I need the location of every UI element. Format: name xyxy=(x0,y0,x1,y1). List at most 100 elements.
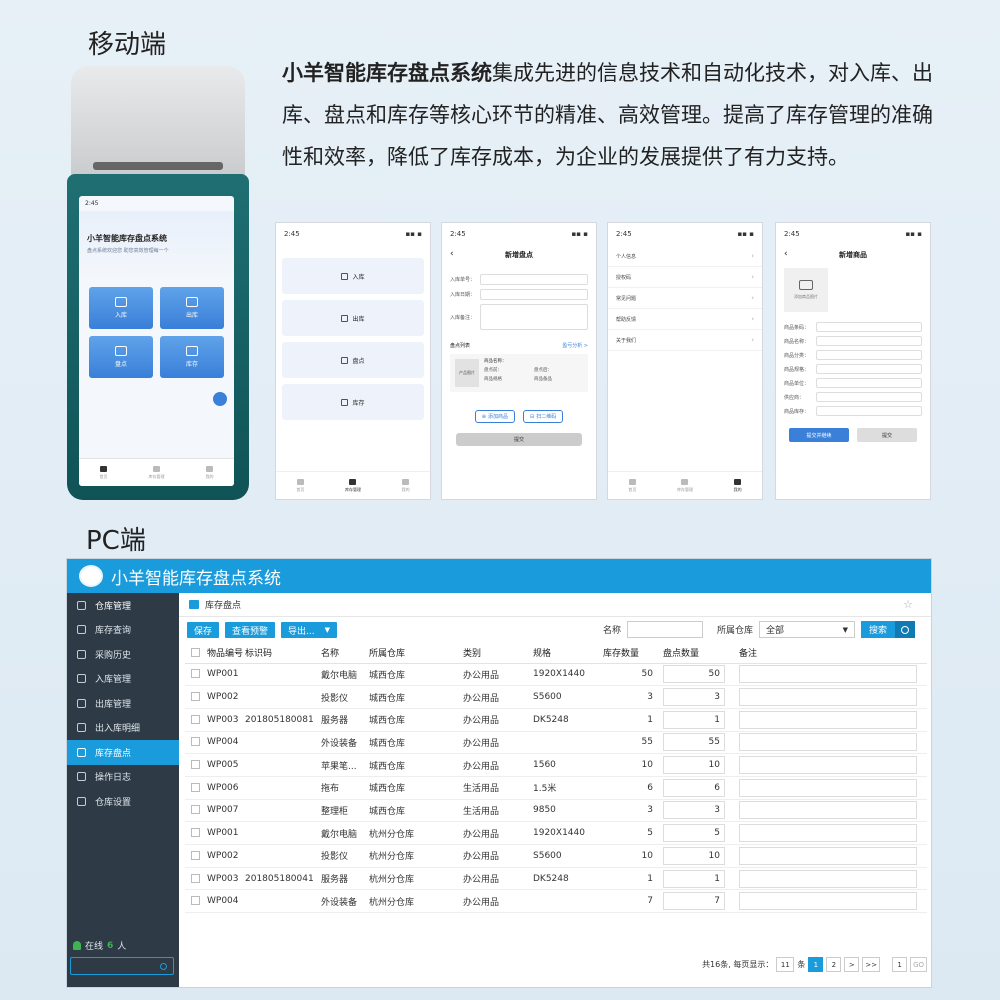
search-button[interactable]: 搜索 xyxy=(860,621,915,638)
nav-home[interactable]: 首页 xyxy=(628,478,636,493)
nav-stock[interactable]: 库存管理 xyxy=(345,478,361,493)
row-checkbox[interactable] xyxy=(191,737,200,747)
row-checkbox[interactable] xyxy=(191,669,200,679)
nav-home[interactable]: 首页 xyxy=(100,465,108,480)
row-checkbox[interactable] xyxy=(191,828,200,838)
go-button[interactable]: GO xyxy=(910,957,927,972)
submit-continue-button[interactable]: 提交并继续 xyxy=(789,428,849,442)
settings-item[interactable]: 个人信息 › xyxy=(608,246,762,267)
sidebar-item-purchase-history[interactable]: 采购历史 xyxy=(67,642,179,667)
submit-button[interactable]: 提交 xyxy=(456,433,582,446)
scan-qr-button[interactable]: ⊟ 扫二维码 xyxy=(523,410,564,423)
table-row[interactable]: WP002 投影仪 城西仓库 办公用品 S5600 3 3 xyxy=(185,685,927,709)
row-checkbox[interactable] xyxy=(191,850,200,860)
back-icon[interactable]: ‹ xyxy=(450,249,454,259)
list-item[interactable]: 产品图片 商品名称： 盘点前： 盘点后： 商品规格 商品备品 xyxy=(450,354,588,392)
note-input[interactable] xyxy=(739,869,917,888)
last-page-button[interactable]: >> xyxy=(862,957,881,972)
table-row[interactable]: WP003 201805180081 服务器 城西仓库 办公用品 DK5248 1 1 xyxy=(185,708,927,732)
count-input[interactable]: 1 xyxy=(663,869,725,888)
table-row[interactable]: WP004 外设装备 城西仓库 办公用品 55 55 xyxy=(185,731,927,755)
name-input[interactable] xyxy=(626,621,703,638)
order-no-field[interactable] xyxy=(480,274,588,285)
tile-stock[interactable]: 库存 xyxy=(160,336,224,378)
count-input[interactable]: 3 xyxy=(663,688,725,707)
supplier-field[interactable] xyxy=(816,392,922,402)
tile-inbound[interactable]: 入库 xyxy=(89,287,153,329)
table-row[interactable]: WP003 201805180041 服务器 杭州分仓库 办公用品 DK5248 1 1 xyxy=(185,867,927,891)
add-photo-button[interactable]: 添加商品图片 xyxy=(784,268,828,312)
sidebar-item-inbound[interactable]: 入库管理 xyxy=(67,667,179,692)
row-checkbox[interactable] xyxy=(191,782,200,792)
page-1-button[interactable]: 1 xyxy=(808,957,824,972)
note-input[interactable] xyxy=(739,688,917,707)
note-input[interactable] xyxy=(739,892,917,911)
sidebar-item-stock-query[interactable]: 库存查询 xyxy=(67,618,179,643)
menu-count[interactable]: 盘点 xyxy=(282,342,424,378)
category-select[interactable] xyxy=(816,350,922,360)
table-row[interactable]: WP006 拖布 城西仓库 生活用品 1.5米 6 6 xyxy=(185,776,927,800)
barcode-field[interactable] xyxy=(816,322,922,332)
row-checkbox[interactable] xyxy=(191,805,200,815)
nav-me[interactable]: 我的 xyxy=(402,478,410,493)
page-2-button[interactable]: 2 xyxy=(826,957,842,972)
row-checkbox[interactable] xyxy=(191,873,200,883)
stock-field[interactable] xyxy=(816,406,922,416)
nav-stock[interactable]: 库存管理 xyxy=(677,478,693,493)
sidebar-item-log[interactable]: 操作日志 xyxy=(67,765,179,790)
jump-page-input[interactable]: 1 xyxy=(892,957,908,972)
sidebar-item-inventory-count[interactable]: 库存盘点 xyxy=(67,740,179,765)
analysis-link[interactable]: 盈亏分析 > xyxy=(562,342,588,349)
note-input[interactable] xyxy=(739,733,917,752)
count-input[interactable]: 10 xyxy=(663,756,725,775)
sidebar-item-io-detail[interactable]: 出入库明细 xyxy=(67,716,179,741)
note-input[interactable] xyxy=(739,665,917,684)
menu-inbound[interactable]: 入库 xyxy=(282,258,424,294)
settings-item[interactable]: 授权码 › xyxy=(608,267,762,288)
sidebar-item-warehouse[interactable]: 仓库管理 xyxy=(67,593,179,618)
count-input[interactable]: 1 xyxy=(663,710,725,729)
table-row[interactable]: WP001 戴尔电脑 城西仓库 办公用品 1920X1440 50 50 xyxy=(185,663,927,687)
nav-home[interactable]: 首页 xyxy=(296,478,304,493)
settings-item[interactable]: 常见问题 › xyxy=(608,288,762,309)
tile-count[interactable]: 盘点 xyxy=(89,336,153,378)
count-input[interactable]: 55 xyxy=(663,733,725,752)
table-row[interactable]: WP007 整理柜 城西仓库 生活用品 9850 3 3 xyxy=(185,799,927,823)
table-row[interactable]: WP004 外设装备 杭州分仓库 办公用品 7 7 xyxy=(185,889,927,914)
row-checkbox[interactable] xyxy=(191,896,200,906)
save-button[interactable]: 保存 xyxy=(187,622,220,638)
count-input[interactable]: 50 xyxy=(663,665,725,684)
menu-stock[interactable]: 库存 xyxy=(282,384,424,420)
note-input[interactable] xyxy=(739,710,917,729)
nav-me[interactable]: 我的 xyxy=(206,465,214,480)
export-button[interactable]: 导出... ▼ xyxy=(281,622,338,638)
page-size-select[interactable]: 11 xyxy=(776,957,795,972)
add-product-button[interactable]: ⊕ 添加商品 xyxy=(474,410,515,423)
submit-button[interactable]: 提交 xyxy=(857,428,917,442)
menu-outbound[interactable]: 出库 xyxy=(282,300,424,336)
next-page-button[interactable]: > xyxy=(844,957,860,972)
settings-item[interactable]: 帮助反馈 › xyxy=(608,309,762,330)
nav-stock[interactable]: 库存管理 xyxy=(149,465,165,480)
table-row[interactable]: WP001 戴尔电脑 杭州分仓库 办公用品 1920X1440 5 5 xyxy=(185,821,927,845)
count-input[interactable]: 6 xyxy=(663,778,725,797)
row-checkbox[interactable] xyxy=(191,714,200,724)
product-name-field[interactable] xyxy=(816,336,922,346)
note-input[interactable] xyxy=(739,756,917,775)
sidebar-item-settings[interactable]: 仓库设置 xyxy=(67,789,179,814)
table-row[interactable]: WP005 苹果笔... 城西仓库 办公用品 1560 10 10 xyxy=(185,753,927,777)
note-input[interactable] xyxy=(739,778,917,797)
select-all-checkbox[interactable] xyxy=(191,647,200,657)
date-field[interactable] xyxy=(480,289,588,300)
scan-button[interactable] xyxy=(213,392,227,406)
row-checkbox[interactable] xyxy=(191,692,200,702)
sidebar-item-outbound[interactable]: 出库管理 xyxy=(67,691,179,716)
back-icon[interactable]: ‹ xyxy=(784,249,788,259)
note-input[interactable] xyxy=(739,846,917,865)
row-checkbox[interactable] xyxy=(191,760,200,770)
note-input[interactable] xyxy=(739,824,917,843)
unit-field[interactable] xyxy=(816,378,922,388)
nav-me[interactable]: 我的 xyxy=(734,478,742,493)
tile-outbound[interactable]: 出库 xyxy=(160,287,224,329)
settings-item[interactable]: 关于我们 › xyxy=(608,330,762,351)
